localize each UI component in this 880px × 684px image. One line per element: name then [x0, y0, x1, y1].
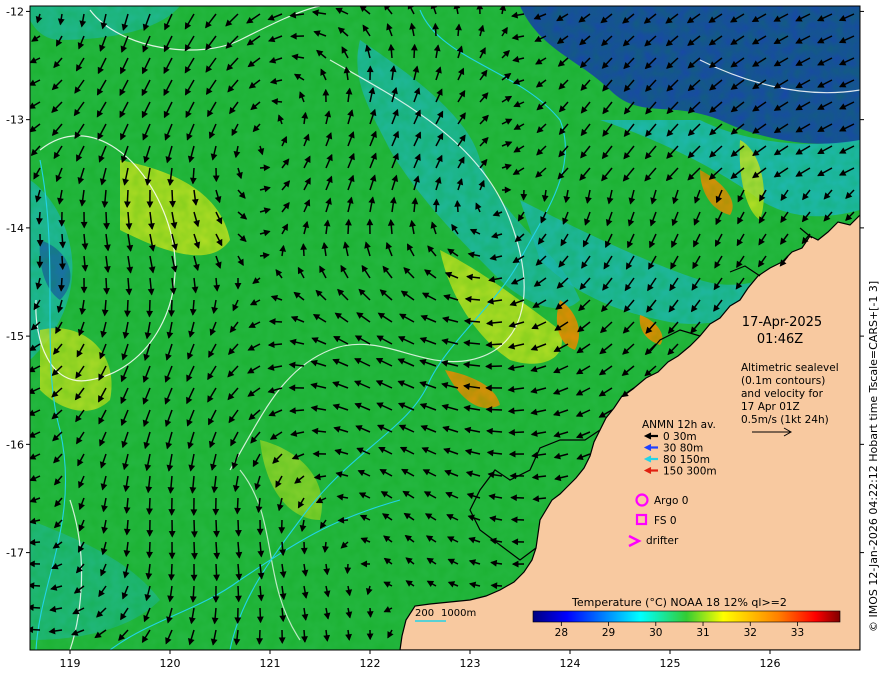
y-tick-label: -16	[6, 438, 24, 451]
credit-text: © IMOS 12-Jan-2026 04:22:12 Hobart time …	[867, 281, 880, 632]
x-tick-label: 124	[560, 657, 581, 670]
altimetry-line: (0.1m contours)	[741, 375, 825, 387]
isobath-1000-label: 1000m	[441, 608, 476, 619]
y-tick-label: -14	[6, 222, 24, 235]
altimetry-line: Altimetric sealevel	[741, 362, 839, 374]
sst-field	[28, 3, 860, 650]
time-label: 01:46Z	[757, 332, 803, 347]
colorbar-tick-label: 29	[602, 627, 615, 639]
colorbar-tick-label: 31	[696, 627, 709, 639]
colorbar-tick-label: 32	[744, 627, 757, 639]
colorbar-tick-label: 30	[649, 627, 662, 639]
drifter-label: drifter	[646, 535, 679, 547]
y-tick-label: -13	[6, 114, 24, 127]
anmn-legend-label: 80 150m	[663, 454, 710, 466]
x-tick-label: 121	[260, 657, 281, 670]
x-tick-label: 125	[660, 657, 681, 670]
anmn-legend-title: ANMN 12h av.	[642, 419, 716, 431]
altimetry-line: 0.5m/s (1kt 24h)	[741, 414, 829, 426]
x-tick-label: 120	[160, 657, 181, 670]
anmn-legend-label: 150 300m	[663, 466, 717, 478]
altimetry-line: and velocity for	[741, 388, 824, 400]
x-tick-label: 119	[60, 657, 81, 670]
map-canvas: 119 120 121 122 123 124 125 126 -12 -13 -14 -15 -16…	[0, 0, 880, 680]
velocity-arrow	[28, 629, 40, 630]
isobath-200-label: 200	[415, 608, 434, 619]
anmn-legend-label: 0 30m	[663, 431, 697, 443]
x-tick-label: 123	[460, 657, 481, 670]
x-tick-label: 122	[360, 657, 381, 670]
altimetry-line: 17 Apr 01Z	[741, 401, 800, 413]
colorbar-title: Temperature (°C) NOAA 18 12% ql>=2	[571, 596, 787, 609]
colorbar-tick-label: 33	[791, 627, 804, 639]
colorbar-gradient	[533, 611, 840, 622]
sst-map-figure: 119 120 121 122 123 124 125 126 -12 -13 -14 -15 -16…	[0, 0, 880, 680]
colorbar-tick-label: 28	[555, 627, 568, 639]
velocity-arrowhead	[28, 605, 33, 610]
velocity-arrowhead	[29, 583, 34, 588]
y-tick-label: -15	[6, 330, 24, 343]
fs-label: FS 0	[654, 515, 677, 527]
x-tick-label: 126	[760, 657, 781, 670]
y-tick-label: -17	[6, 547, 24, 560]
y-tick-label: -12	[6, 5, 24, 18]
date-label: 17-Apr-2025	[742, 315, 822, 330]
anmn-legend-label: 30 80m	[663, 443, 703, 455]
argo-label: Argo 0	[654, 495, 688, 507]
x-axis: 119 120 121 122 123 124 125 126	[60, 650, 781, 670]
